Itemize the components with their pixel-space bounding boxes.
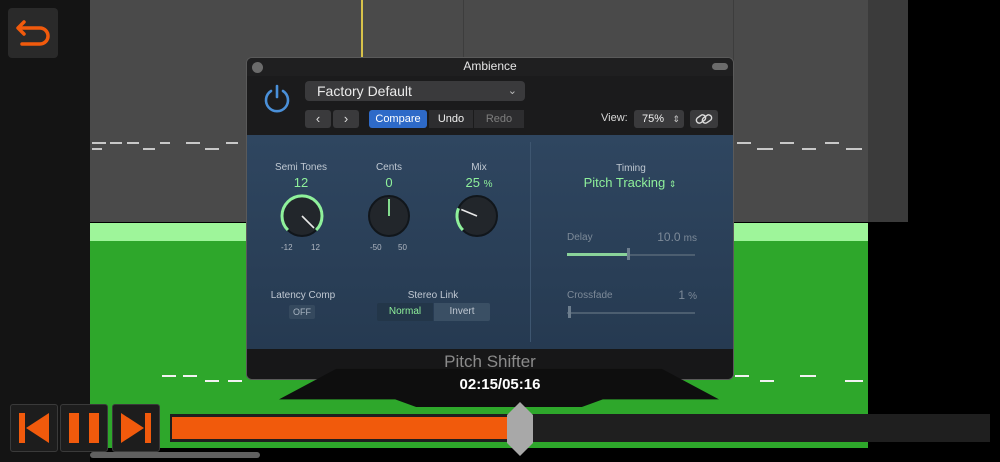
waveform-mark bbox=[162, 375, 176, 377]
note-mark bbox=[92, 148, 102, 150]
skip-back-icon bbox=[19, 413, 49, 443]
semi-tones-value: 12 bbox=[293, 175, 309, 190]
waveform-mark bbox=[183, 375, 197, 377]
note-mark bbox=[186, 142, 200, 144]
waveform-mark bbox=[800, 375, 816, 377]
stereo-link-invert[interactable]: Invert bbox=[434, 303, 490, 321]
semi-tones-label: Semi Tones bbox=[274, 162, 328, 173]
window-title: Ambience bbox=[463, 59, 517, 73]
preset-menu[interactable]: Factory Default ⌄ bbox=[305, 81, 525, 101]
delay-slider-fill bbox=[567, 253, 629, 256]
delay-value-group: 10.0 ms bbox=[635, 230, 697, 244]
semi-tones-knob[interactable] bbox=[278, 192, 326, 240]
note-mark bbox=[802, 148, 816, 150]
panel-divider bbox=[530, 142, 531, 342]
track-lane-edge bbox=[868, 0, 908, 222]
stereo-link-normal[interactable]: Normal bbox=[377, 303, 433, 321]
waveform-mark bbox=[228, 380, 242, 382]
scrubber-handle[interactable] bbox=[507, 402, 534, 456]
delay-value: 10.0 bbox=[657, 230, 681, 244]
note-mark bbox=[737, 142, 751, 144]
delay-unit: ms bbox=[683, 233, 697, 244]
redo-button[interactable]: Redo bbox=[474, 110, 524, 128]
latency-comp-label: Latency Comp bbox=[270, 290, 336, 301]
stereo-link-label: Stereo Link bbox=[407, 290, 459, 301]
view-zoom-select[interactable]: 75% ⇕ bbox=[634, 110, 684, 128]
undo-arrow-icon bbox=[16, 20, 50, 46]
pause-button[interactable] bbox=[60, 404, 108, 452]
link-icon bbox=[695, 114, 713, 124]
note-mark bbox=[205, 148, 219, 150]
cents-label: Cents bbox=[375, 162, 403, 173]
waveform-mark bbox=[205, 380, 219, 382]
skip-forward-button[interactable] bbox=[112, 404, 160, 452]
note-mark bbox=[780, 142, 794, 144]
note-mark bbox=[143, 148, 155, 150]
cents-knob[interactable] bbox=[365, 192, 413, 240]
stepper-arrows-icon: ⇕ bbox=[668, 179, 677, 189]
crossfade-value: 1 bbox=[678, 288, 686, 302]
timing-select[interactable]: Pitch Tracking ⇕ bbox=[565, 175, 695, 190]
next-preset-button[interactable]: › bbox=[333, 110, 359, 128]
chevron-down-icon: ⌄ bbox=[507, 85, 517, 97]
track-header-strip bbox=[0, 0, 90, 462]
link-button[interactable] bbox=[690, 110, 718, 128]
note-mark bbox=[846, 148, 862, 150]
cents-max: 50 bbox=[398, 243, 407, 252]
view-label: View: bbox=[601, 112, 628, 124]
playback-time: 02:15/05:16 bbox=[459, 376, 541, 393]
semi-tones-max: 12 bbox=[311, 243, 320, 252]
cents-value: 0 bbox=[385, 175, 393, 190]
waveform-mark bbox=[845, 380, 863, 382]
note-mark bbox=[127, 142, 139, 144]
cents-min: -50 bbox=[370, 243, 382, 252]
window-resize-button[interactable] bbox=[712, 63, 728, 70]
timing-value: Pitch Tracking bbox=[583, 175, 666, 190]
timing-label: Timing bbox=[616, 163, 646, 174]
progress-bar-fill bbox=[172, 417, 521, 439]
mix-value-group: 25 % bbox=[447, 175, 511, 190]
note-mark bbox=[226, 142, 238, 144]
plugin-window: Ambience Factory Default ⌄ ‹ › Compare U… bbox=[246, 57, 734, 380]
mix-value: 25 bbox=[465, 175, 480, 190]
waveform-mark bbox=[735, 375, 749, 377]
crossfade-label: Crossfade bbox=[567, 290, 613, 301]
playhead[interactable] bbox=[361, 0, 363, 60]
horizontal-scrollbar[interactable] bbox=[90, 452, 260, 458]
crossfade-value-group: 1 % bbox=[635, 288, 697, 302]
mix-knob[interactable] bbox=[453, 192, 501, 240]
note-mark bbox=[757, 148, 773, 150]
crossfade-slider[interactable] bbox=[567, 312, 695, 314]
undo-button[interactable]: Undo bbox=[429, 110, 473, 128]
latency-comp-toggle[interactable]: OFF bbox=[289, 305, 315, 319]
delay-slider-thumb[interactable] bbox=[627, 248, 631, 260]
crossfade-unit: % bbox=[688, 291, 697, 302]
note-mark bbox=[92, 142, 106, 144]
compare-button[interactable]: Compare bbox=[369, 110, 427, 128]
mix-label: Mix bbox=[471, 162, 487, 173]
note-mark bbox=[110, 142, 122, 144]
view-zoom-value: 75% bbox=[642, 113, 665, 125]
semi-tones-min: -12 bbox=[281, 243, 293, 252]
crossfade-slider-thumb[interactable] bbox=[568, 306, 572, 318]
previous-preset-button[interactable]: ‹ bbox=[305, 110, 331, 128]
skip-back-button[interactable] bbox=[10, 404, 58, 452]
stepper-arrows-icon: ⇕ bbox=[672, 114, 680, 124]
skip-forward-icon bbox=[121, 413, 151, 443]
mix-unit: % bbox=[483, 179, 493, 190]
note-mark bbox=[825, 142, 839, 144]
note-mark bbox=[160, 142, 170, 144]
back-button[interactable] bbox=[8, 8, 58, 58]
waveform-mark bbox=[760, 380, 774, 382]
delay-label: Delay bbox=[567, 232, 593, 243]
preset-name: Factory Default bbox=[317, 83, 412, 99]
pause-icon bbox=[69, 413, 99, 443]
power-icon bbox=[264, 84, 290, 113]
power-button[interactable] bbox=[261, 82, 293, 114]
